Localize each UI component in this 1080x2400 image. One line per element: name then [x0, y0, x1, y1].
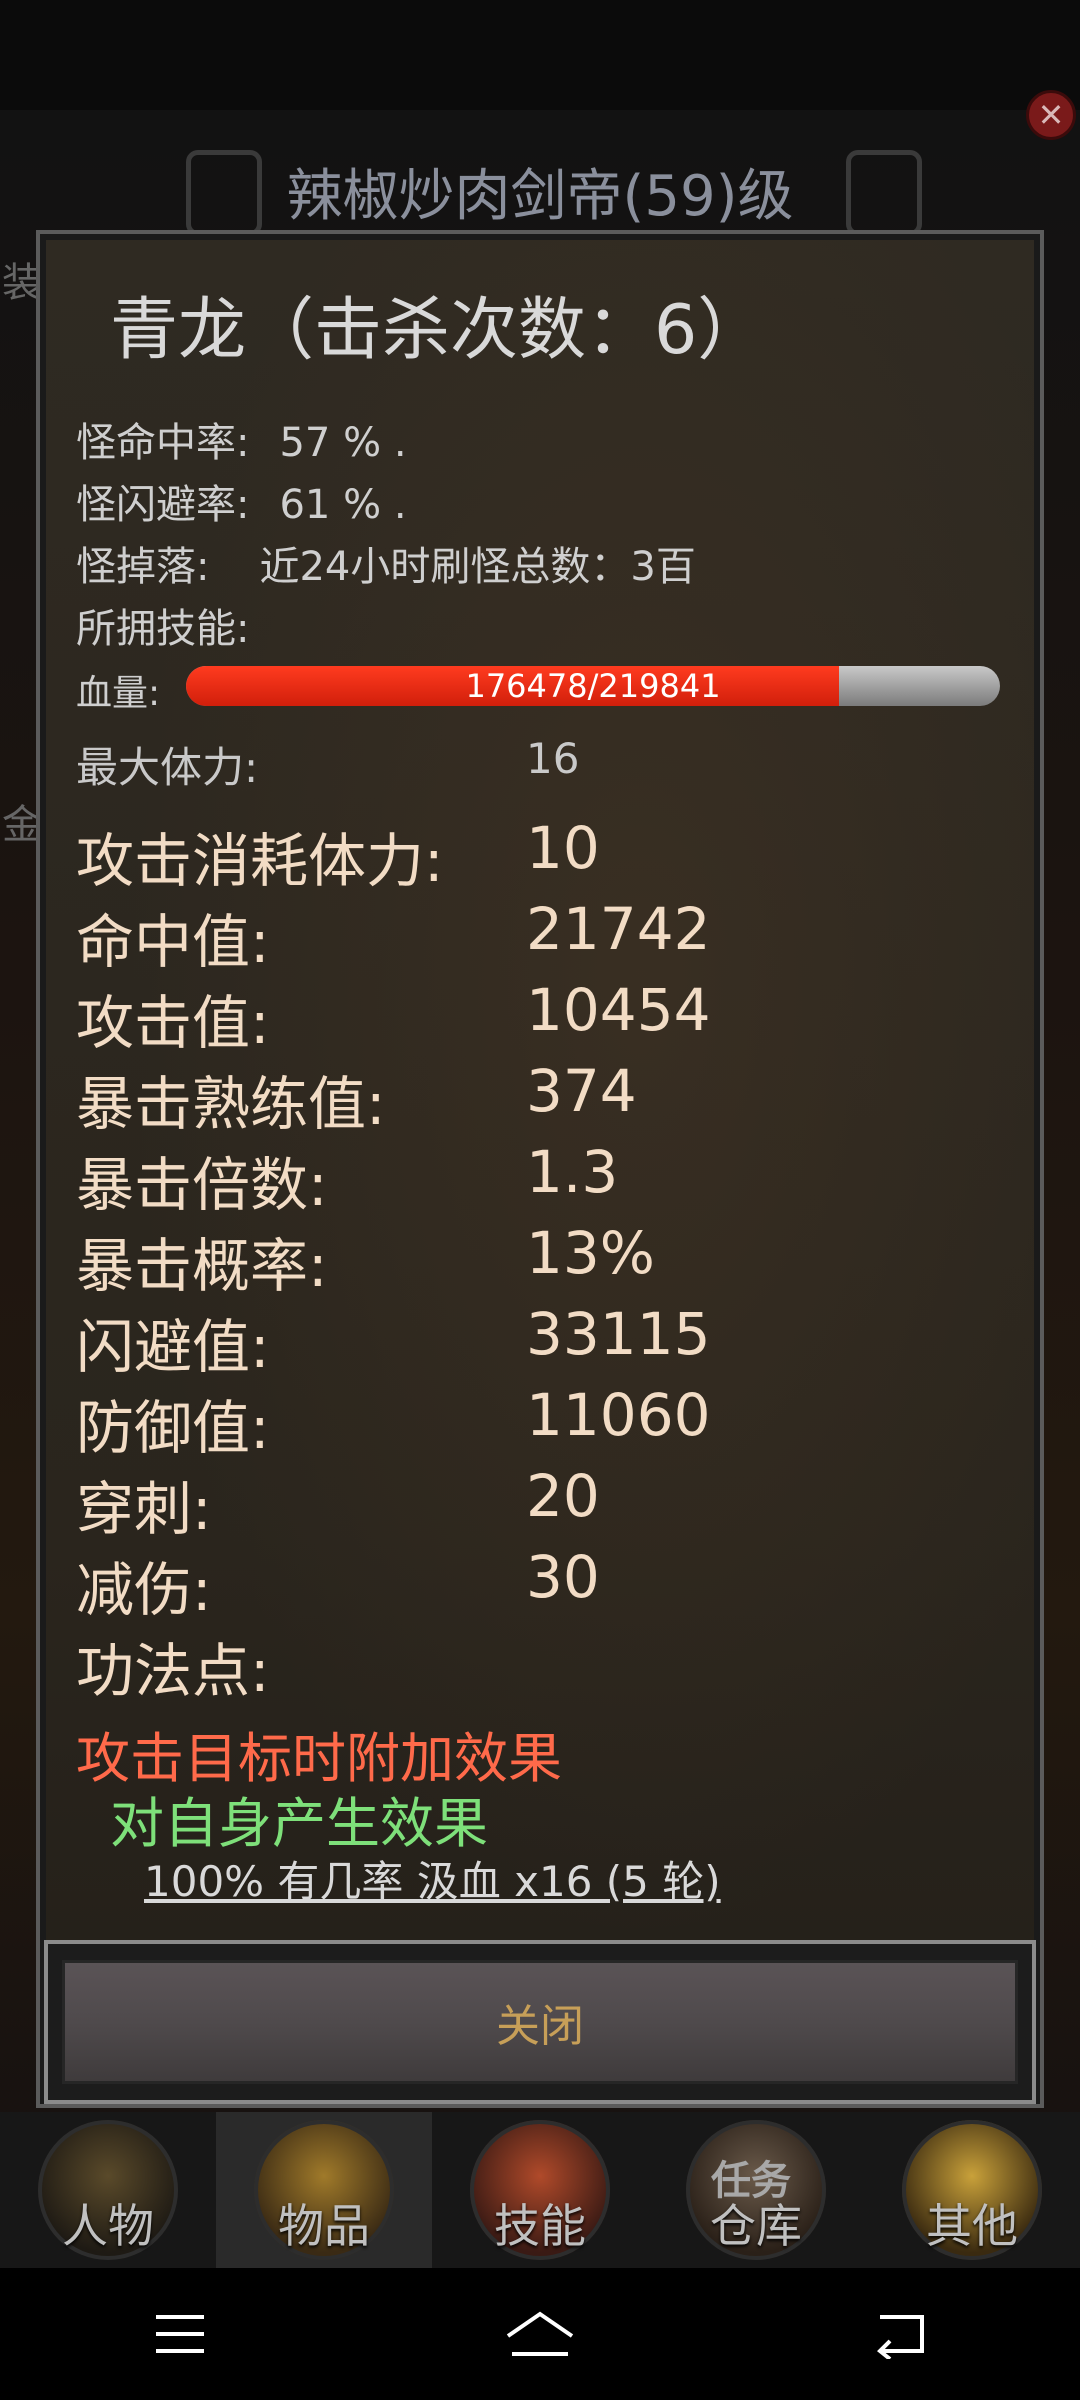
nav-label: 人物	[62, 2199, 154, 2253]
drop-label: 怪掉落:	[76, 544, 210, 590]
stat-row: 闪避值: 33115	[76, 1300, 711, 1384]
stat-label: 攻击消耗体力:	[76, 827, 444, 895]
menu-icon[interactable]	[135, 2289, 225, 2379]
dodge-rate-line: 怪闪避率: 61 % .	[76, 472, 407, 530]
stat-value: 30	[526, 1543, 600, 1611]
drop-value: 近24小时刷怪总数：3百	[259, 544, 696, 590]
stat-label: 暴击概率:	[76, 1232, 328, 1300]
nav-label: 仓库	[710, 2199, 802, 2253]
skills-line: 所拥技能:	[76, 596, 249, 654]
stat-row: 穿刺: 20	[76, 1462, 600, 1546]
nav-item-character[interactable]: 人物	[0, 2112, 216, 2268]
drop-line: 怪掉落: 近24小时刷怪总数：3百	[76, 534, 696, 592]
skills-label: 所拥技能:	[76, 606, 250, 652]
stat-label: 攻击值:	[76, 989, 270, 1057]
back-icon[interactable]	[855, 2289, 945, 2379]
stat-value: 10	[526, 814, 600, 882]
stat-value: 13%	[526, 1219, 655, 1287]
hp-value: 176478/219841	[465, 667, 721, 705]
dodge-rate-label: 怪闪避率:	[76, 482, 250, 528]
stat-row: 减伤: 30	[76, 1543, 600, 1627]
stat-row: 防御值: 11060	[76, 1381, 711, 1465]
stat-value: 21742	[526, 895, 711, 963]
stat-value: 11060	[526, 1381, 711, 1449]
nav-item-other[interactable]: 其他	[864, 2112, 1080, 2268]
nav-item-skills[interactable]: 技能	[432, 2112, 648, 2268]
close-button-frame: 关闭	[44, 1940, 1036, 2104]
nav-label: 其他	[926, 2199, 1018, 2253]
hp-label: 血量:	[76, 673, 161, 714]
hit-rate-value: 57 % .	[279, 420, 407, 466]
stat-label: 暴击倍数:	[76, 1151, 328, 1219]
nav-item-items[interactable]: 物品	[216, 2112, 432, 2268]
max-stamina-value: 16	[526, 734, 580, 783]
monster-info-dialog: 青龙（击杀次数：6） 怪命中率: 57 % . 怪闪避率: 61 % . 怪掉落: 近…	[36, 230, 1044, 2108]
stat-row: 攻击消耗体力: 10	[76, 814, 600, 898]
stat-label: 闪避值:	[76, 1313, 270, 1381]
stat-row: 暴击倍数: 1.3	[76, 1138, 618, 1222]
stat-label: 防御值:	[76, 1394, 270, 1462]
max-stamina-label: 最大体力:	[76, 743, 259, 792]
stat-row: 攻击值: 10454	[76, 976, 711, 1060]
nav-item-warehouse[interactable]: 任务 仓库	[648, 2112, 864, 2268]
max-stamina-row: 最大体力: 16	[76, 734, 579, 795]
stat-label: 暴击熟练值:	[76, 1070, 386, 1138]
monster-title: 青龙（击杀次数：6）	[110, 291, 766, 370]
home-icon[interactable]	[495, 2289, 585, 2379]
nav-label: 技能	[494, 2199, 586, 2253]
stat-row: 功法点:	[76, 1624, 270, 1708]
bottom-nav: 人物 物品 技能 任务 仓库 其他	[0, 2112, 1080, 2268]
system-nav-bar	[0, 2268, 1080, 2400]
background-close-icon[interactable]: ✕	[1026, 90, 1076, 140]
stat-row: 暴击概率: 13%	[76, 1219, 655, 1303]
stat-value: 20	[526, 1462, 600, 1530]
stat-label: 减伤:	[76, 1556, 212, 1624]
self-effect-title: 对自身产生效果	[110, 1792, 488, 1855]
hit-rate-label: 怪命中率:	[76, 420, 250, 466]
stat-value: 374	[526, 1057, 637, 1125]
stat-value: 33115	[526, 1300, 711, 1368]
stat-value: 1.3	[526, 1138, 619, 1206]
nav-label: 物品	[278, 2199, 370, 2253]
character-title: 辣椒炒肉剑帝(59)级	[286, 163, 794, 229]
stat-value: 10454	[526, 976, 711, 1044]
stat-row: 暴击熟练值: 374	[76, 1057, 637, 1141]
stat-label: 穿刺:	[76, 1475, 212, 1543]
stat-label: 命中值:	[76, 908, 270, 976]
stat-row: 命中值: 21742	[76, 895, 711, 979]
effect-detail-link[interactable]: 100% 有几率 汲血 x16 (5 轮)	[144, 1848, 721, 1909]
stat-label: 功法点:	[76, 1637, 270, 1705]
hit-rate-line: 怪命中率: 57 % .	[76, 410, 407, 468]
close-button[interactable]: 关闭	[62, 1960, 1018, 2084]
dodge-rate-value: 61 % .	[279, 482, 407, 528]
hp-bar: 176478/219841	[186, 666, 1000, 706]
